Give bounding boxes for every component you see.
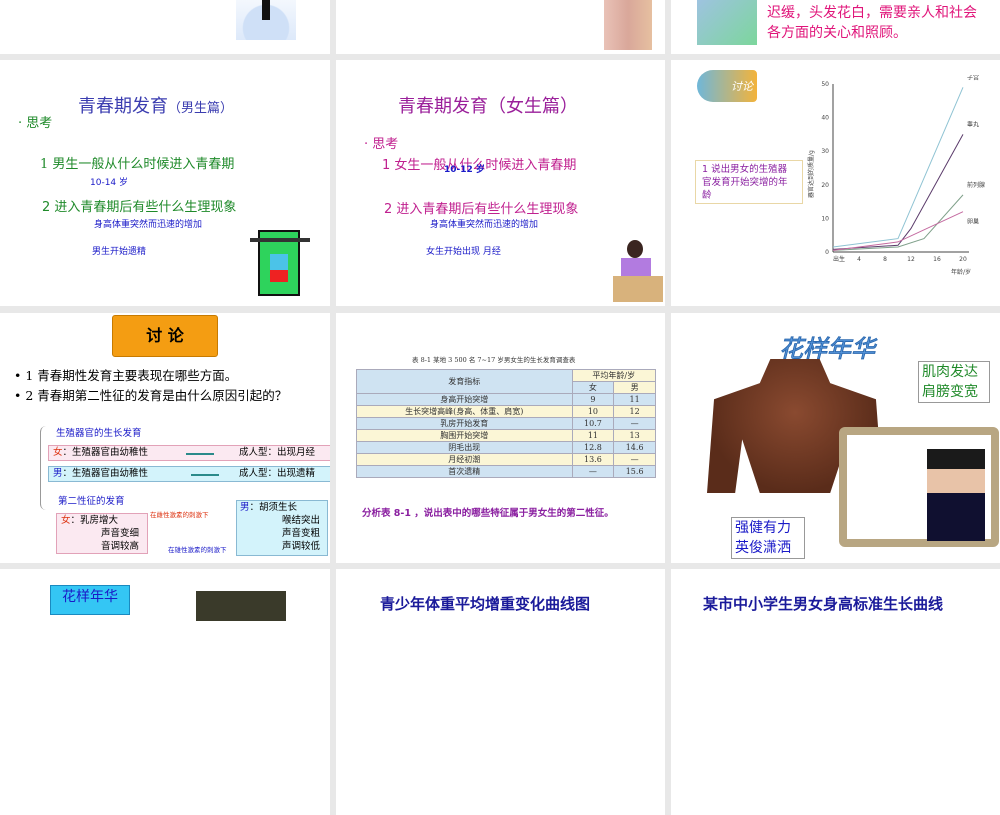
series-label: 睾丸 <box>967 120 979 128</box>
y-tick-label: 20 <box>821 182 829 189</box>
slide-thumbnail-4[interactable]: 青春期发育（男生篇） · 思考 1 男生一般从什么时候进入青春期 10-14 岁… <box>0 60 330 306</box>
table-row: 月经初潮 13.6— <box>356 453 656 466</box>
heading-reproductive: 生殖器官的生长发育 <box>56 428 142 439</box>
arrow <box>186 453 214 455</box>
bullet-think: · 思考 <box>18 116 53 131</box>
y-tick-label: 30 <box>821 148 829 155</box>
slide-thumbnail-10[interactable]: 花样年华 <box>0 569 330 815</box>
x-tick-label: 8 <box>883 256 887 263</box>
slide-thumbnail-12[interactable]: 某市中小学生男女身高标准生长曲线 <box>671 569 1000 815</box>
y-tick-label: 50 <box>821 81 829 88</box>
series-label: 子宫 <box>967 75 979 81</box>
answer-3: 男生开始遗精 <box>92 247 147 257</box>
muscles-caption-box: 肌肉发达 肩膀变宽 <box>918 361 990 403</box>
badge-label: 讨论 <box>731 80 753 93</box>
question-2: 2 进入青春期后有些什么生理现象 <box>42 200 237 215</box>
slide-thumbnail-3[interactable]: 迟缓，头发花白，需要亲人和社会 各方面的关心和照顾。 <box>671 0 1000 54</box>
series-line-子宫 <box>832 87 964 248</box>
bullet-think: · 思考 <box>364 137 399 152</box>
header-indicator: 发育指标 <box>356 369 573 394</box>
strength-caption-box: 强健有力 英俊潇洒 <box>731 517 805 559</box>
y-axis-label: 器官达到的质量/g <box>807 150 815 198</box>
y-tick-label: 0 <box>825 249 829 256</box>
question-box: 1 说出男女的生殖器官发育开始突增的年龄 <box>695 160 803 204</box>
slide-thumbnail-7[interactable]: 讨 论 • 1 青春期性发育主要表现在哪些方面。 • 2 青春期第二性征的发育是… <box>0 313 330 563</box>
slide-title: 青春期发育（女生篇） <box>398 96 578 117</box>
table-row: 胸围开始突增 11 13 <box>356 429 656 442</box>
weightlifter-image <box>250 230 310 296</box>
wordart-title: 花样年华 <box>779 335 876 364</box>
girl-writing-image <box>613 240 663 302</box>
woman-image <box>604 0 652 50</box>
slide-thumbnail-5[interactable]: 青春期发育（女生篇） · 思考 1 女生一般从什么时候进入青春期 10-12 岁… <box>336 60 665 306</box>
bullet-2: • 2 青春期第二性征的发育是由什么原因引起的？ <box>14 388 288 403</box>
table-row: 生长突增高峰(身高、体重、肩宽) 10 12 <box>356 405 656 418</box>
slide-thumbnail-8[interactable]: 表 8-1 某地 3 500 名 7~17 岁男女生的生长发育调查表 发育指标平… <box>336 313 665 563</box>
y-tick-label: 40 <box>821 115 829 122</box>
x-tick-label: 出生 <box>833 255 845 263</box>
slide-text: 迟缓，头发花白，需要亲人和社会 <box>767 5 977 21</box>
answer-1: 10-12 岁 <box>444 165 485 175</box>
table-row: 阴毛出现 12.8 14.6 <box>356 441 656 454</box>
title-sub: （男生篇） <box>168 101 234 116</box>
elderly-rocking-chair-image <box>697 0 757 45</box>
slide-title: 青春期发育（男生篇） <box>78 92 233 118</box>
x-tick-label: 12 <box>907 256 915 263</box>
x-tick-label: 4 <box>857 256 861 263</box>
growth-survey-table: 发育指标 平均年龄/岁 女男 身高开始突增 9 11 生长突增高峰(身高、体重、肩宽)… <box>356 369 657 478</box>
female-hormone-label: 在雌性激素的刺激下 <box>150 511 209 519</box>
slide-thumbnail-1[interactable] <box>0 0 330 54</box>
series-line-睾丸 <box>832 134 964 250</box>
title-box: 花样年华 <box>50 585 130 615</box>
table-caption: 表 8-1 某地 3 500 名 7~17 岁男女生的生长发育调查表 <box>412 356 576 364</box>
young-man-photo <box>927 449 985 541</box>
question-1: 1 男生一般从什么时候进入青春期 <box>40 157 235 172</box>
photo <box>196 591 286 621</box>
table-row: 首次遗精 —15.6 <box>356 465 656 478</box>
slide-thumbnail-6[interactable]: 讨论 1 说出男女的生殖器官发育开始突增的年龄 0 10 20 30 40 50 出生 4 8 1… <box>671 60 1000 306</box>
slide-title: 青少年体重平均增重变化曲线图 <box>380 595 591 613</box>
slide-title: 某市中小学生男女身高标准生长曲线 <box>703 595 944 613</box>
discussion-badge: 讨论 <box>697 70 757 102</box>
slide-thumbnail-11[interactable]: 青少年体重平均增重变化曲线图 <box>336 569 665 815</box>
header-avg-age: 平均年龄/岁 <box>571 369 657 382</box>
answer-2: 身高体重突然而迅速的增加 <box>94 220 203 230</box>
person-silhouette <box>262 0 270 20</box>
question-2: 2 进入青春期后有些什么生理现象 <box>384 202 579 217</box>
answer-2: 身高体重突然而迅速的增加 <box>430 220 539 230</box>
slide-thumbnail-2[interactable] <box>336 0 665 54</box>
y-tick-label: 10 <box>821 215 829 222</box>
photo-frame <box>839 427 999 547</box>
analysis-prompt: 分析表 8-1 ，说出表中的哪些特征属于男女生的第二性征。 <box>362 508 614 519</box>
male-organ-row: 男：生殖器官由幼稚性 成人型：出现遗精 <box>48 466 330 482</box>
slide-thumbnail-9[interactable]: 花样年华 肌肉发达 肩膀变宽 强健有力 英俊潇洒 <box>671 313 1000 563</box>
slide-text: 各方面的关心和照顾。 <box>767 25 907 41</box>
x-tick-label: 16 <box>933 256 941 263</box>
x-axis-label: 年龄/岁 <box>951 268 971 276</box>
series-label: 卵巢 <box>967 218 979 226</box>
female-secondary-box: 女：乳房增大 声音变细 音调较高 <box>56 513 148 554</box>
table-row: 身高开始突增 9 11 <box>356 393 656 406</box>
heading-secondary: 第二性征的发育 <box>58 496 125 507</box>
male-hormone-label: 在雄性激素的刺激下 <box>168 546 227 554</box>
header-female: 女 <box>571 381 615 394</box>
discussion-banner: 讨 论 <box>112 315 218 357</box>
header-male: 男 <box>613 381 656 394</box>
male-secondary-box: 男：胡须生长 喉结突出 声音变粗 声调较低 <box>236 500 328 556</box>
female-organ-row: 女：生殖器官由幼稚性 成人型：出现月经 <box>48 445 330 461</box>
table-row: 乳房开始发育 10.7— <box>356 417 656 430</box>
arrow <box>191 474 219 476</box>
series-label: 前列腺 <box>967 181 985 189</box>
organ-growth-chart: 0 10 20 30 40 50 出生 4 8 12 16 20 年龄/岁 器官达到的质量/g 子宫睾丸前列… <box>807 75 985 276</box>
answer-1: 10-14 岁 <box>90 178 129 188</box>
title-main: 青春期发育 <box>78 96 168 117</box>
bullet-1: • 1 青春期性发育主要表现在哪些方面。 <box>14 368 238 383</box>
x-tick-label: 20 <box>959 256 967 263</box>
brace <box>40 426 46 510</box>
answer-3: 女生开始出现 月经 <box>426 247 501 257</box>
